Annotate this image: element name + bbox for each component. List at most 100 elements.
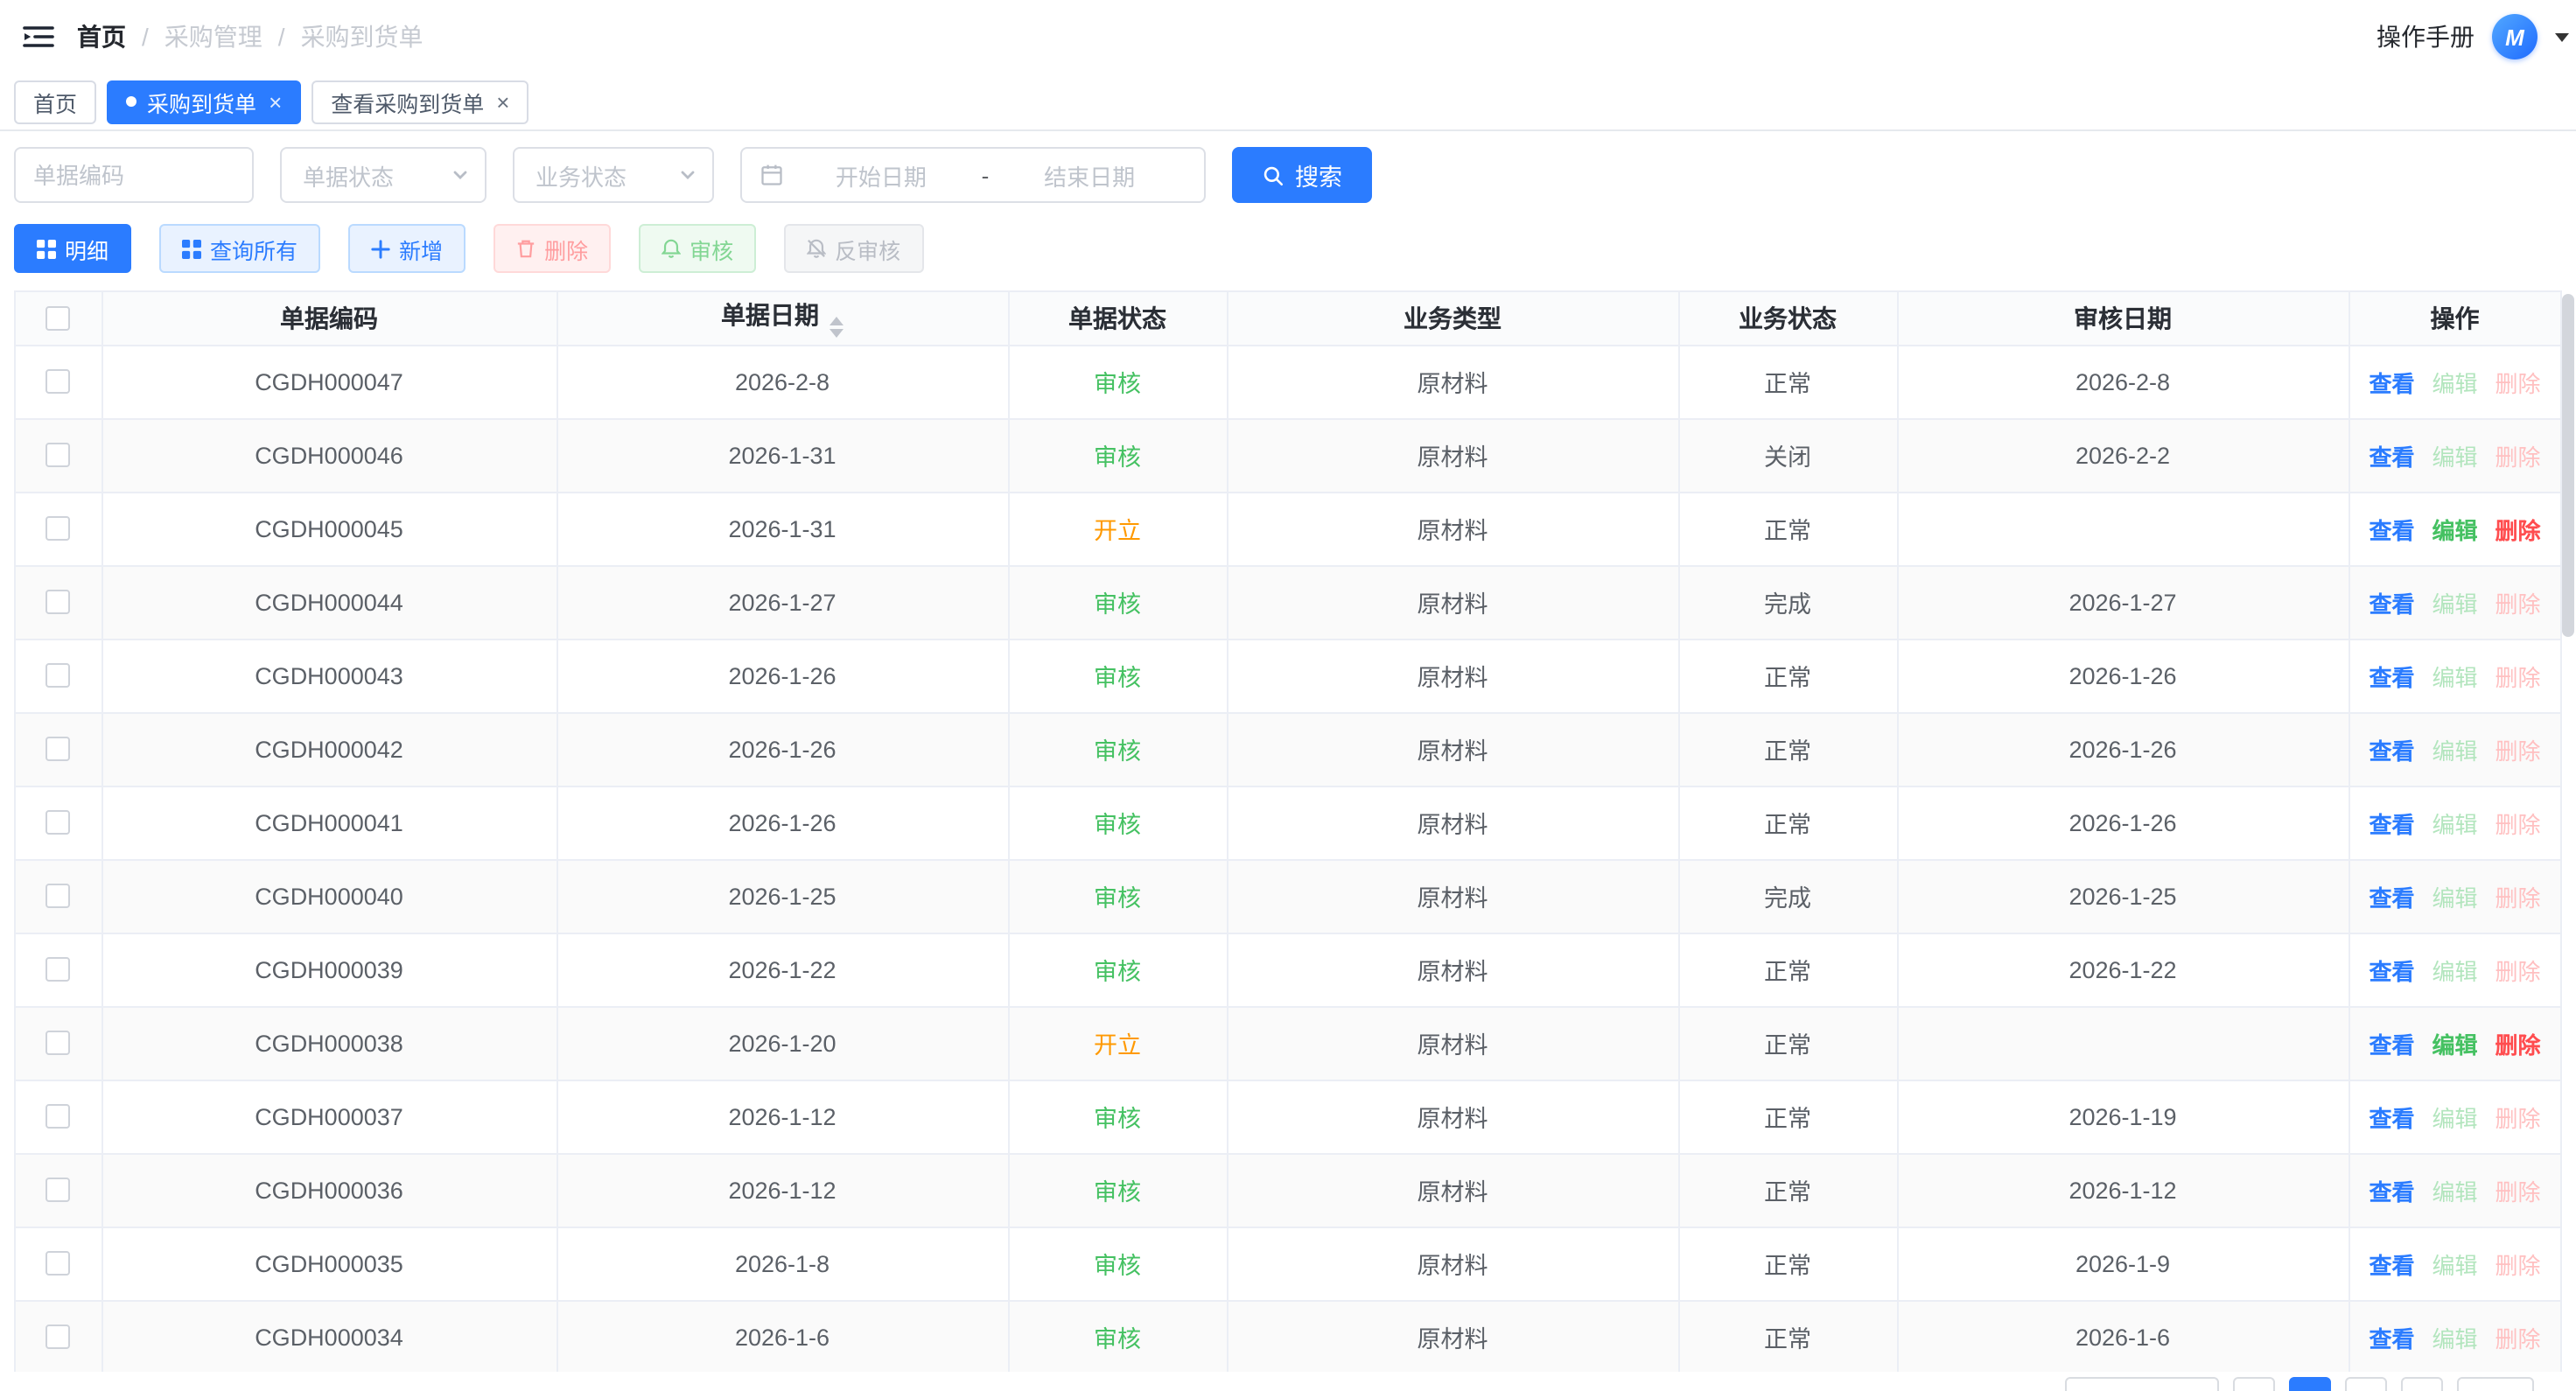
close-icon[interactable]: × <box>496 90 509 113</box>
button-label: 审核 <box>690 232 733 265</box>
breadcrumb-home[interactable]: 首页 <box>77 19 126 54</box>
prev-page-button[interactable] <box>2233 1377 2275 1391</box>
edit-link[interactable]: 编辑 <box>2432 737 2477 764</box>
delete-link[interactable]: 删除 <box>2496 1178 2541 1205</box>
start-date-placeholder[interactable]: 开始日期 <box>784 158 978 192</box>
edit-link[interactable]: 编辑 <box>2432 884 2477 911</box>
operation-manual-link[interactable]: 操作手册 <box>2376 19 2474 54</box>
row-checkbox[interactable] <box>46 443 71 467</box>
view-link[interactable]: 查看 <box>2369 444 2414 470</box>
audit-date-cell: 2026-1-9 <box>1897 1227 2348 1300</box>
view-link[interactable]: 查看 <box>2369 884 2414 911</box>
view-link[interactable]: 查看 <box>2369 1031 2414 1058</box>
doc-code-cell: CGDH000035 <box>102 1227 556 1300</box>
edit-link[interactable]: 编辑 <box>2432 591 2477 617</box>
doc-code-cell: CGDH000046 <box>102 418 556 492</box>
row-checkbox[interactable] <box>46 884 71 908</box>
tab-purchase-arrival[interactable]: 采购到货单 × <box>107 80 301 123</box>
view-link[interactable]: 查看 <box>2369 664 2414 690</box>
table-row: CGDH0000362026-1-12审核原材料正常2026-1-12查看编辑删… <box>16 1153 2560 1227</box>
edit-link[interactable]: 编辑 <box>2432 1178 2477 1205</box>
delete-link[interactable]: 删除 <box>2496 737 2541 764</box>
detail-button[interactable]: 明细 <box>14 224 131 273</box>
delete-link[interactable]: 删除 <box>2496 811 2541 837</box>
next-page-button[interactable] <box>2401 1377 2443 1391</box>
view-link[interactable]: 查看 <box>2369 517 2414 543</box>
delete-link[interactable]: 删除 <box>2496 517 2541 543</box>
edit-link[interactable]: 编辑 <box>2432 1105 2477 1131</box>
chevron-down-icon[interactable] <box>2555 32 2569 41</box>
row-checkbox[interactable] <box>46 516 71 541</box>
delete-button[interactable]: 删除 <box>494 224 611 273</box>
doc-code-input[interactable] <box>14 147 254 203</box>
breadcrumb-purchase-management[interactable]: 采购管理 <box>164 19 262 54</box>
doc-date-cell: 2026-1-27 <box>556 565 1008 639</box>
row-checkbox[interactable] <box>46 957 71 982</box>
delete-link[interactable]: 删除 <box>2496 1031 2541 1058</box>
biz-status-select[interactable]: 业务状态 <box>513 147 714 203</box>
row-checkbox[interactable] <box>46 369 71 394</box>
delete-link[interactable]: 删除 <box>2496 591 2541 617</box>
sort-caret-icon[interactable] <box>830 318 844 339</box>
view-link[interactable]: 查看 <box>2369 1105 2414 1131</box>
doc-status-select[interactable]: 单据状态 <box>280 147 486 203</box>
delete-link[interactable]: 删除 <box>2496 1325 2541 1352</box>
view-link[interactable]: 查看 <box>2369 1178 2414 1205</box>
page-jump-input[interactable] <box>2457 1377 2534 1391</box>
edit-link[interactable]: 编辑 <box>2432 517 2477 543</box>
view-link[interactable]: 查看 <box>2369 1325 2414 1352</box>
edit-link[interactable]: 编辑 <box>2432 1031 2477 1058</box>
delete-link[interactable]: 删除 <box>2496 958 2541 984</box>
biz-status-cell: 正常 <box>1678 1153 1897 1227</box>
page-button-active[interactable] <box>2289 1377 2331 1391</box>
delete-link[interactable]: 删除 <box>2496 444 2541 470</box>
end-date-placeholder[interactable]: 结束日期 <box>992 158 1186 192</box>
edit-link[interactable]: 编辑 <box>2432 370 2477 396</box>
delete-link[interactable]: 删除 <box>2496 664 2541 690</box>
vertical-scrollbar[interactable] <box>2562 294 2574 1379</box>
audit-button[interactable]: 审核 <box>639 224 756 273</box>
add-button[interactable]: 新增 <box>348 224 466 273</box>
close-icon[interactable]: × <box>269 90 282 113</box>
tab-home[interactable]: 首页 <box>14 80 96 123</box>
delete-link[interactable]: 删除 <box>2496 884 2541 911</box>
row-checkbox[interactable] <box>46 1104 71 1129</box>
row-checkbox[interactable] <box>46 1031 71 1055</box>
view-link[interactable]: 查看 <box>2369 958 2414 984</box>
view-link[interactable]: 查看 <box>2369 1252 2414 1278</box>
column-doc-date[interactable]: 单据日期 <box>556 292 1008 345</box>
row-checkbox[interactable] <box>46 1251 71 1276</box>
delete-link[interactable]: 删除 <box>2496 1252 2541 1278</box>
page-button[interactable] <box>2345 1377 2387 1391</box>
edit-link[interactable]: 编辑 <box>2432 1252 2477 1278</box>
row-checkbox[interactable] <box>46 810 71 835</box>
view-link[interactable]: 查看 <box>2369 591 2414 617</box>
doc-code-cell: CGDH000036 <box>102 1153 556 1227</box>
sidebar-collapse-icon[interactable] <box>18 16 60 58</box>
edit-link[interactable]: 编辑 <box>2432 1325 2477 1352</box>
row-checkbox[interactable] <box>46 590 71 614</box>
select-all-checkbox[interactable] <box>46 306 71 331</box>
scrollbar-thumb[interactable] <box>2562 294 2574 637</box>
edit-link[interactable]: 编辑 <box>2432 444 2477 470</box>
search-button[interactable]: 搜索 <box>1232 147 1372 203</box>
edit-link[interactable]: 编辑 <box>2432 811 2477 837</box>
date-range-picker[interactable]: 开始日期 - 结束日期 <box>740 147 1206 203</box>
view-link[interactable]: 查看 <box>2369 811 2414 837</box>
delete-link[interactable]: 删除 <box>2496 370 2541 396</box>
row-checkbox[interactable] <box>46 1325 71 1349</box>
view-link[interactable]: 查看 <box>2369 737 2414 764</box>
query-all-button[interactable]: 查询所有 <box>159 224 320 273</box>
tab-view-purchase-arrival[interactable]: 查看采购到货单 × <box>312 80 528 123</box>
reverse-audit-button[interactable]: 反审核 <box>784 224 923 273</box>
breadcrumb-purchase-arrival[interactable]: 采购到货单 <box>301 19 424 54</box>
row-checkbox[interactable] <box>46 1178 71 1202</box>
row-checkbox[interactable] <box>46 737 71 761</box>
avatar[interactable]: M <box>2492 14 2538 59</box>
row-checkbox[interactable] <box>46 663 71 688</box>
rows-per-page-select[interactable] <box>2065 1377 2219 1391</box>
delete-link[interactable]: 删除 <box>2496 1105 2541 1131</box>
view-link[interactable]: 查看 <box>2369 370 2414 396</box>
edit-link[interactable]: 编辑 <box>2432 664 2477 690</box>
edit-link[interactable]: 编辑 <box>2432 958 2477 984</box>
